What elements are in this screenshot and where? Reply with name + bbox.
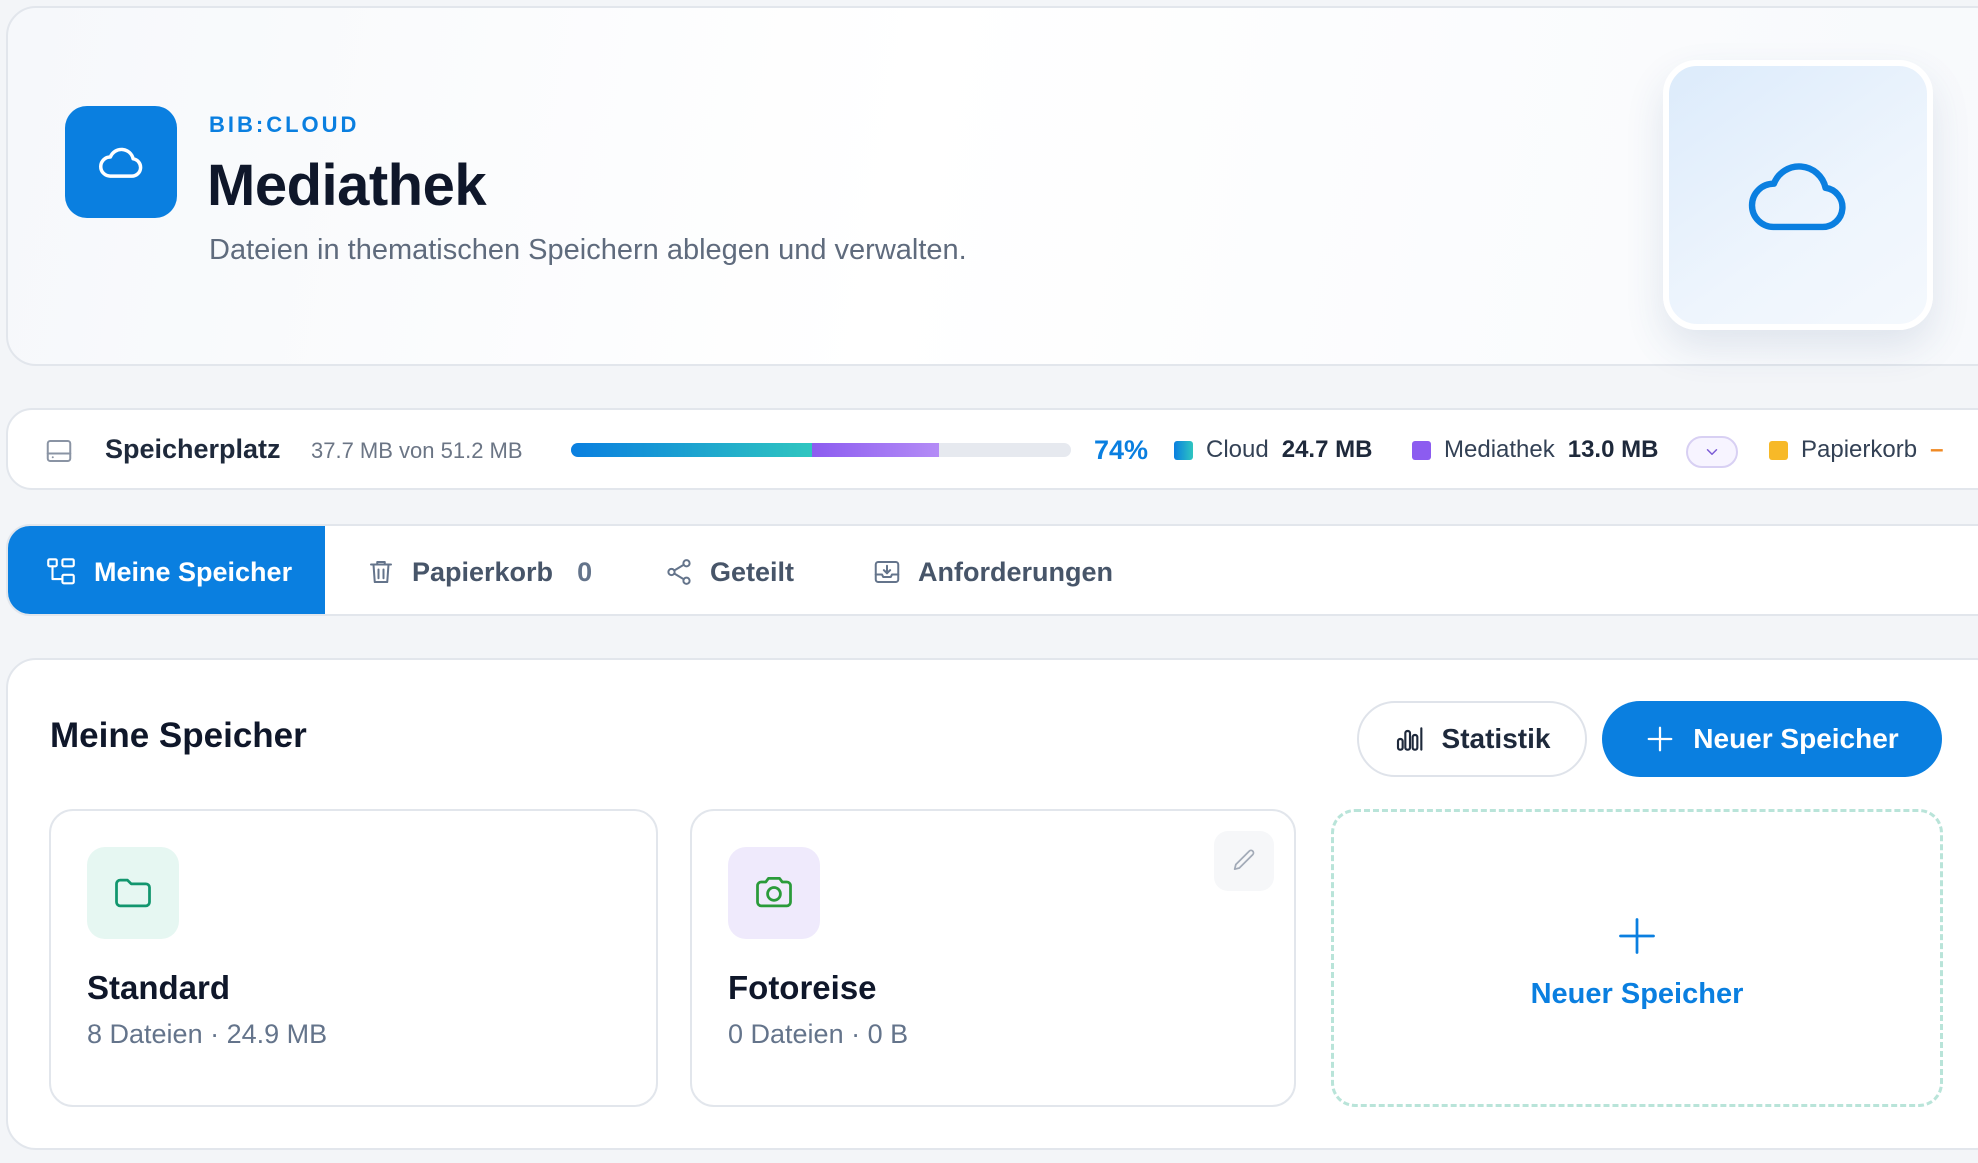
- tab-geteilt-label: Geteilt: [710, 556, 795, 587]
- plus-icon: [1615, 914, 1659, 958]
- legend-cloud: Cloud 24.7 MB: [1174, 436, 1372, 464]
- camera-icon: [728, 847, 820, 939]
- tree-icon: [44, 555, 78, 589]
- bar-chart-icon: [1394, 723, 1426, 755]
- tab-meine-speicher[interactable]: Meine Speicher: [8, 526, 325, 614]
- storage-percent: 74%: [1094, 435, 1149, 465]
- legend-mediathek-name: Mediathek: [1444, 436, 1555, 463]
- storage-expand-button[interactable]: [1686, 436, 1738, 468]
- storage-card-standard[interactable]: Standard 8 Dateien · 24.9 MB: [49, 809, 658, 1107]
- pencil-icon: [1230, 847, 1258, 875]
- legend-mediathek: Mediathek 13.0 MB: [1412, 436, 1658, 464]
- add-storage-card[interactable]: Neuer Speicher: [1331, 809, 1943, 1107]
- inbox-download-icon: [872, 557, 902, 587]
- share-icon: [664, 557, 694, 587]
- cloud-icon: [1739, 136, 1857, 254]
- chevron-down-icon: [1703, 443, 1721, 461]
- hero-illustration: [1663, 60, 1933, 330]
- legend-cloud-value: 24.7 MB: [1281, 436, 1373, 463]
- trash-icon: [366, 557, 396, 587]
- storage-label: Speicherplatz: [105, 434, 281, 464]
- edit-button[interactable]: [1214, 831, 1274, 891]
- tab-anforderungen-label: Anforderungen: [918, 556, 1113, 587]
- hard-drive-icon: [44, 436, 74, 471]
- brand-label: BIB:CLOUD: [209, 112, 360, 137]
- legend-papierkorb-name: Papierkorb: [1801, 436, 1918, 463]
- plus-icon: [1645, 724, 1675, 754]
- new-storage-button-label: Neuer Speicher: [1693, 723, 1899, 754]
- storage-card-meta: 0 Dateien · 0 B: [728, 1019, 909, 1049]
- statistics-button-label: Statistik: [1441, 723, 1551, 754]
- legend-swatch-mediathek: [1412, 440, 1431, 460]
- storage-card-fotoreise[interactable]: Fotoreise 0 Dateien · 0 B: [690, 809, 1296, 1107]
- legend-papierkorb: Papierkorb –: [1769, 436, 1943, 464]
- storage-used-text: 37.7 MB von 51.2 MB: [311, 438, 523, 463]
- tab-papierkorb-label: Papierkorb: [412, 556, 554, 587]
- legend-swatch-cloud: [1174, 440, 1193, 460]
- tab-anforderungen[interactable]: Anforderungen: [872, 526, 1113, 614]
- page: BIB:CLOUD Mediathek Dateien in thematisc…: [0, 0, 1978, 1163]
- tab-papierkorb[interactable]: Papierkorb 0: [366, 526, 593, 614]
- tab-geteilt[interactable]: Geteilt: [664, 526, 795, 614]
- storage-card-meta: 8 Dateien · 24.9 MB: [87, 1019, 328, 1049]
- storage-fill-mediathek: [812, 443, 939, 457]
- storage-usage-bar: Speicherplatz 37.7 MB von 51.2 MB 74% Cl…: [6, 408, 1978, 490]
- tab-bar: Meine Speicher Papierkorb 0 Geteilt Anfo…: [6, 524, 1978, 616]
- storage-panel: Meine Speicher Statistik Neuer Speicher: [6, 658, 1978, 1150]
- cloud-icon: [65, 106, 177, 218]
- legend-papierkorb-value: –: [1930, 436, 1944, 463]
- legend-swatch-papierkorb: [1769, 440, 1788, 460]
- hero-header: BIB:CLOUD Mediathek Dateien in thematisc…: [6, 6, 1978, 366]
- tab-meine-speicher-label: Meine Speicher: [94, 556, 293, 587]
- new-storage-button[interactable]: Neuer Speicher: [1602, 701, 1942, 777]
- page-title: Mediathek: [207, 153, 487, 218]
- legend-mediathek-value: 13.0 MB: [1567, 436, 1659, 463]
- storage-card-name: Fotoreise: [728, 969, 877, 1006]
- storage-card-name: Standard: [87, 969, 231, 1006]
- storage-progress-track: [571, 443, 1071, 457]
- tab-papierkorb-count: 0: [577, 556, 593, 587]
- panel-title: Meine Speicher: [50, 716, 307, 755]
- page-subtitle: Dateien in thematischen Speichern ablege…: [209, 234, 967, 266]
- statistics-button[interactable]: Statistik: [1357, 701, 1587, 777]
- folder-icon: [87, 847, 179, 939]
- add-storage-label: Neuer Speicher: [1530, 977, 1744, 1010]
- storage-fill-cloud: [571, 443, 812, 457]
- legend-cloud-name: Cloud: [1206, 436, 1269, 463]
